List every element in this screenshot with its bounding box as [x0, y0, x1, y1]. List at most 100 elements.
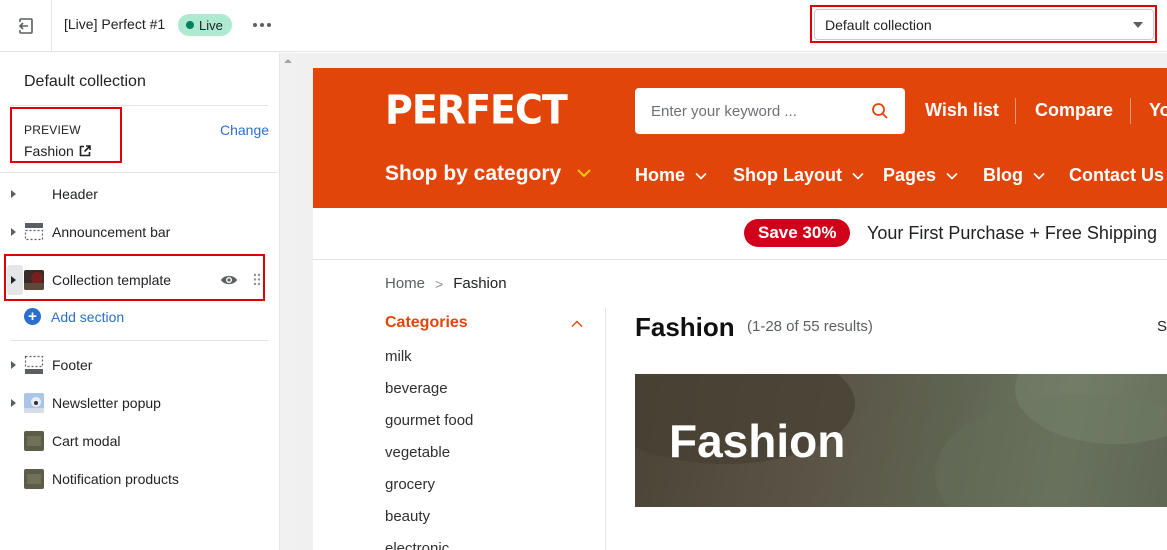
store-preview-frame: PERFECT Enter your keyword ... Wish list…: [296, 53, 1167, 550]
category-link[interactable]: beauty: [385, 507, 473, 539]
section-item-announcement-bar[interactable]: Announcement bar: [0, 213, 278, 251]
breadcrumb: Home > Fashion: [385, 275, 507, 292]
section-item-header[interactable]: Header: [0, 175, 278, 213]
breadcrumb-current: Fashion: [453, 275, 507, 292]
footer-icon: [24, 355, 44, 374]
search-icon[interactable]: [871, 102, 889, 120]
collection-template-thumbnail: [24, 270, 44, 290]
section-label: Cart modal: [52, 433, 121, 449]
section-item-notification-products[interactable]: Notification products: [0, 460, 278, 498]
account-link[interactable]: Yo: [1149, 100, 1167, 121]
compare-link[interactable]: Compare: [1035, 100, 1113, 121]
section-item-cart-modal[interactable]: Cart modal: [0, 422, 278, 460]
section-label: Announcement bar: [52, 224, 171, 240]
template-select[interactable]: Default collection: [814, 9, 1154, 40]
section-label: Newsletter popup: [52, 395, 161, 411]
sections-sidebar: Default collection PREVIEW Fashion Chang…: [0, 53, 280, 550]
sidebar-scrollbar[interactable]: [280, 53, 296, 550]
chevron-down-icon: [577, 169, 591, 178]
collection-banner-image: Fashion: [635, 374, 1167, 507]
nav-home[interactable]: Home: [635, 165, 707, 186]
scroll-up-arrow-icon[interactable]: [284, 59, 292, 63]
chevron-up-icon[interactable]: [571, 320, 583, 328]
add-section-label: Add section: [51, 308, 125, 325]
category-link[interactable]: electronic: [385, 539, 473, 550]
category-link[interactable]: gourmet food: [385, 411, 473, 443]
announcement-bar-icon: [24, 223, 44, 241]
nav-shop-layout[interactable]: Shop Layout: [733, 165, 864, 186]
store-search-input[interactable]: Enter your keyword ...: [635, 88, 905, 134]
section-item-newsletter-popup[interactable]: Newsletter popup: [0, 384, 278, 422]
external-link-icon: [79, 145, 91, 157]
theme-name: [Live] Perfect #1: [64, 16, 166, 32]
sort-by-label[interactable]: S: [1157, 318, 1167, 335]
caret-down-icon: [1133, 22, 1143, 28]
breadcrumb-separator: >: [435, 275, 444, 292]
exit-editor-button[interactable]: [0, 0, 52, 52]
breadcrumb-home-link[interactable]: Home: [385, 275, 425, 292]
nav-label: Shop Layout: [733, 165, 842, 185]
section-label: Notification products: [52, 471, 179, 487]
preview-label: PREVIEW: [24, 123, 81, 137]
nav-label: Blog: [983, 165, 1023, 185]
live-status-badge: Live: [178, 14, 232, 36]
expand-caret-icon[interactable]: [11, 190, 16, 198]
search-placeholder: Enter your keyword ...: [651, 102, 797, 120]
preview-collection-link[interactable]: Fashion: [24, 143, 91, 159]
expand-caret-icon[interactable]: [11, 276, 16, 284]
eye-visibility-icon[interactable]: [220, 273, 238, 287]
collection-title: Fashion: [635, 312, 735, 342]
section-label: Header: [52, 186, 98, 202]
section-item-footer[interactable]: Footer: [0, 346, 278, 384]
category-link[interactable]: beverage: [385, 379, 473, 411]
divider: [10, 105, 268, 106]
section-label: Footer: [52, 357, 93, 373]
promo-text: Your First Purchase + Free Shipping: [867, 223, 1157, 243]
chevron-down-icon: [695, 172, 707, 180]
change-preview-link[interactable]: Change: [220, 122, 269, 138]
exit-icon: [18, 18, 33, 34]
wish-list-link[interactable]: Wish list: [925, 100, 999, 121]
storefront: PERFECT Enter your keyword ... Wish list…: [313, 68, 1167, 550]
category-list: milk beverage gourmet food vegetable gro…: [385, 347, 473, 550]
divider: [1130, 98, 1131, 124]
nav-label: Home: [635, 165, 686, 185]
chevron-down-icon: [946, 172, 958, 180]
announcement-bar: Save 30% Your First Purchase + Free Ship…: [313, 208, 1167, 260]
nav-blog[interactable]: Blog: [983, 165, 1045, 186]
cart-modal-thumbnail: [24, 431, 44, 451]
store-logo[interactable]: PERFECT: [385, 87, 568, 133]
chevron-down-icon: [1033, 172, 1045, 180]
categories-heading[interactable]: Categories: [385, 314, 468, 332]
plus-circle-icon: +: [24, 308, 41, 325]
expand-caret-icon[interactable]: [11, 228, 16, 236]
nav-label: Pages: [883, 165, 937, 185]
section-item-collection-template[interactable]: Collection template: [0, 261, 278, 299]
expand-caret-icon[interactable]: [11, 361, 16, 369]
category-link[interactable]: milk: [385, 347, 473, 379]
store-header: PERFECT Enter your keyword ... Wish list…: [313, 68, 1167, 208]
divider: [0, 172, 278, 173]
category-link[interactable]: grocery: [385, 475, 473, 507]
save-badge: Save 30%: [744, 219, 851, 247]
nav-pages[interactable]: Pages: [883, 165, 958, 186]
add-section-button[interactable]: + Add section: [24, 308, 124, 325]
newsletter-popup-thumbnail: [24, 393, 44, 413]
results-count: (1-28 of 55 results): [747, 318, 873, 335]
shop-by-category-button[interactable]: Shop by category: [385, 162, 561, 186]
divider: [605, 308, 606, 550]
template-select-value: Default collection: [825, 16, 932, 33]
preview-collection-name: Fashion: [24, 143, 74, 159]
more-actions-button[interactable]: [250, 14, 274, 36]
live-dot-icon: [186, 21, 194, 29]
drag-handle-icon[interactable]: [253, 273, 261, 286]
nav-label: Contact Us: [1069, 165, 1165, 185]
nav-contact-us[interactable]: Contact Us: [1069, 165, 1164, 186]
category-link[interactable]: vegetable: [385, 443, 473, 475]
live-status-label: Live: [199, 17, 223, 33]
editor-top-bar: [Live] Perfect #1 Live Default collectio…: [0, 0, 1167, 52]
divider: [10, 340, 268, 341]
expand-caret-icon[interactable]: [11, 399, 16, 407]
banner-title: Fashion: [669, 415, 846, 467]
sidebar-title: Default collection: [24, 73, 146, 90]
